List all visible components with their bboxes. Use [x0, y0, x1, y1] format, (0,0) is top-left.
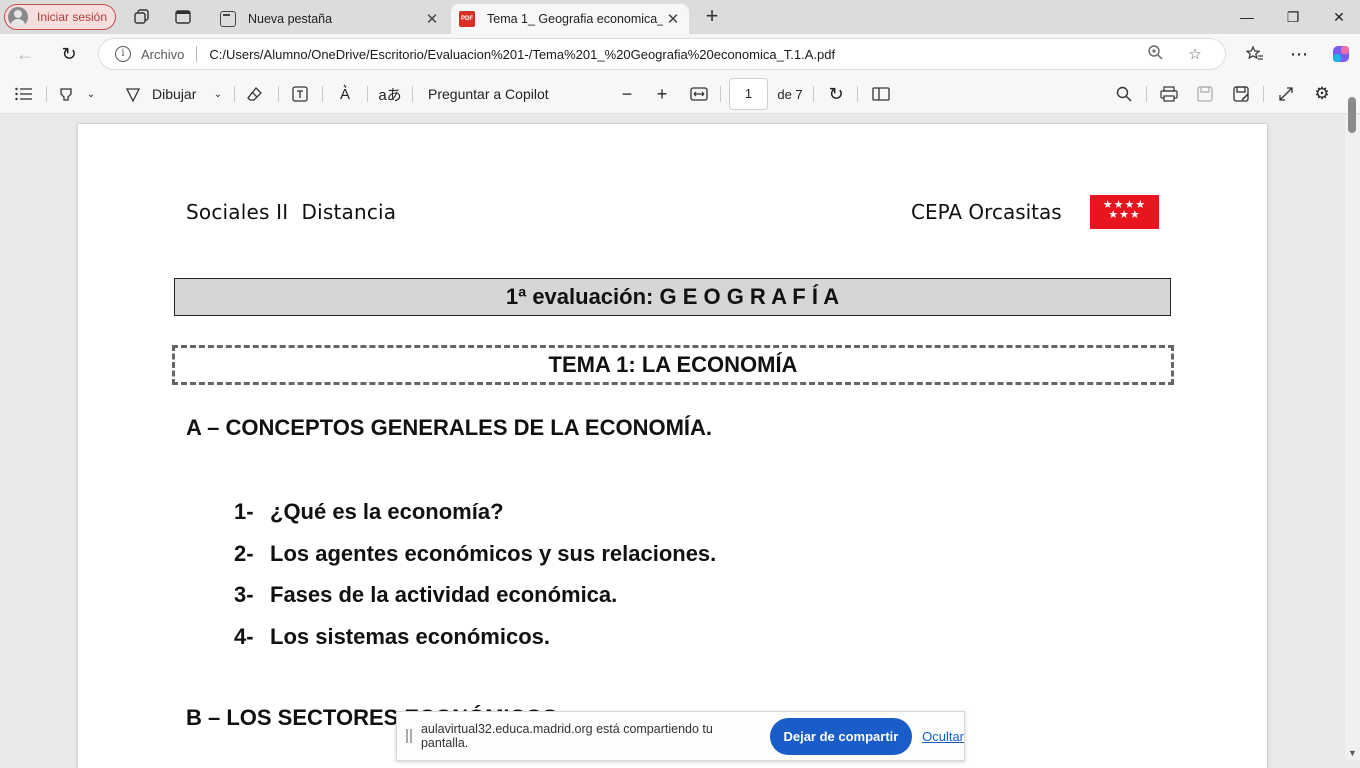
divider — [278, 86, 279, 102]
rotate-icon[interactable]: ↻ — [825, 82, 847, 106]
divider — [367, 86, 368, 102]
draw-icon[interactable] — [122, 82, 144, 106]
item-number: 4- — [234, 623, 254, 649]
item-text: Los sistemas económicos. — [270, 623, 550, 649]
divider — [857, 86, 858, 102]
divider — [412, 86, 413, 102]
pdf-file-icon: PDF — [459, 11, 475, 27]
evaluation-title: 1ª evaluación: G E O G R A F Í A — [174, 278, 1171, 316]
divider — [234, 86, 235, 102]
tab-new-tab[interactable]: Nueva pestaña ✕ — [212, 4, 448, 34]
close-tab-icon[interactable]: ✕ — [422, 10, 442, 28]
divider — [813, 86, 814, 102]
divider — [1263, 86, 1264, 102]
address-bar[interactable]: i Archivo C:/Users/Alumno/OneDrive/Escri… — [98, 38, 1226, 70]
screen-sharing-bar: aulavirtual32.educa.madrid.org está comp… — [396, 711, 965, 761]
info-icon[interactable]: i — [115, 46, 131, 62]
divider — [322, 86, 323, 102]
chevron-down-icon[interactable]: ⌄ — [84, 82, 98, 106]
header-course: Sociales II Distancia — [186, 200, 397, 224]
workspaces-icon[interactable] — [132, 7, 152, 27]
divider — [196, 46, 198, 62]
sharing-message: aulavirtual32.educa.madrid.org está comp… — [420, 722, 713, 750]
page-number-input[interactable]: 1 — [729, 78, 768, 110]
list-item: 3- Fases de la actividad económica. — [234, 582, 716, 624]
pdf-viewer[interactable]: Sociales II Distancia CEPA Orcasitas ★★★… — [0, 115, 1360, 768]
minimize-button[interactable]: — — [1224, 0, 1270, 34]
vertical-scrollbar[interactable]: ▼ — [1345, 97, 1360, 760]
favorites-icon[interactable] — [1243, 42, 1267, 66]
zoom-out-icon[interactable]: − — [617, 82, 637, 106]
tab-title: Nueva pestaña — [248, 12, 333, 26]
signin-label: Iniciar sesión — [37, 10, 108, 24]
list-item: 2- Los agentes económicos y sus relacione… — [234, 541, 716, 583]
copilot-icon[interactable] — [1329, 42, 1353, 66]
item-text: ¿Qué es la economía? — [270, 499, 504, 524]
item-text: Los agentes económicos y sus relaciones. — [270, 540, 717, 566]
tab-actions-icon[interactable] — [173, 7, 193, 27]
item-number: 1- — [234, 499, 254, 524]
madrid-flag-logo: ★★★★ ★★★ — [1090, 195, 1159, 229]
add-text-icon[interactable] — [289, 82, 311, 106]
section-a-heading: A – CONCEPTOS GENERALES DE LA ECONOMÍA. — [186, 415, 713, 440]
scrollbar-thumb[interactable] — [1348, 97, 1356, 133]
item-number: 2- — [234, 540, 254, 566]
avatar-icon — [8, 7, 28, 27]
scheme-label: Archivo — [141, 46, 185, 62]
read-aloud-icon[interactable]: A͛ — [334, 82, 356, 106]
more-menu-icon[interactable]: ⋯ — [1287, 42, 1311, 66]
tab-title: Tema 1_ Geografia economica_T.1 — [487, 12, 663, 26]
translate-icon[interactable]: aあ — [378, 82, 402, 106]
topic-list: 1- ¿Qué es la economía? 2- Los agentes eco… — [234, 499, 716, 665]
tema-title: TEMA 1: LA ECONOMÍA — [172, 345, 1174, 385]
new-tab-button[interactable]: + — [701, 5, 723, 29]
fit-width-icon[interactable] — [688, 82, 710, 106]
hide-link[interactable]: Ocultar — [922, 729, 964, 744]
url-text[interactable]: C:/Users/Alumno/OneDrive/Escritorio/Eval… — [209, 47, 1145, 62]
eraser-icon[interactable] — [244, 82, 266, 106]
divider — [720, 86, 721, 102]
ask-copilot-button[interactable]: Preguntar a Copilot — [428, 82, 558, 106]
chevron-down-icon[interactable]: ⌄ — [211, 82, 225, 106]
tab-pdf-document[interactable]: PDF Tema 1_ Geografia economica_T.1 ✕ — [451, 4, 689, 34]
header-school: CEPA Orcasitas — [911, 200, 1062, 224]
scroll-down-arrow-icon[interactable]: ▼ — [1348, 748, 1357, 758]
zoom-in-icon[interactable]: + — [652, 82, 672, 106]
print-icon[interactable] — [1158, 82, 1180, 106]
tab-strip: Iniciar sesión Nueva pestaña ✕ PDF Tema … — [0, 0, 1360, 34]
item-number: 3- — [234, 582, 254, 607]
pdf-toolbar: ⌄ Dibujar ⌄ A͛ aあ Preguntar a Copilot − … — [0, 74, 1360, 114]
favorite-star-icon[interactable]: ☆ — [1185, 45, 1205, 63]
save-as-icon[interactable] — [1230, 82, 1252, 106]
refresh-icon[interactable]: ↻ — [57, 42, 81, 66]
zoom-icon[interactable] — [1145, 44, 1165, 64]
pdf-page: Sociales II Distancia CEPA Orcasitas ★★★… — [78, 124, 1267, 768]
draw-label[interactable]: Dibujar — [152, 82, 208, 106]
signin-button[interactable]: Iniciar sesión — [4, 4, 116, 30]
address-row: ← ↻ i Archivo C:/Users/Alumno/OneDrive/E… — [0, 34, 1360, 74]
drag-handle-icon[interactable] — [406, 729, 412, 743]
divider — [1146, 86, 1147, 102]
maximize-button[interactable]: ❐ — [1270, 0, 1316, 34]
save-icon[interactable] — [1194, 82, 1216, 106]
fullscreen-icon[interactable] — [1275, 82, 1297, 106]
page-total-label: de 7 — [777, 86, 803, 102]
stop-sharing-button[interactable]: Dejar de compartir — [769, 717, 913, 755]
search-icon[interactable] — [1113, 82, 1135, 106]
item-text: Fases de la actividad económica. — [270, 582, 618, 607]
newtab-page-icon — [220, 11, 236, 27]
divider — [46, 86, 47, 102]
list-item: 4- Los sistemas económicos. — [234, 624, 716, 666]
highlight-icon[interactable] — [55, 82, 77, 106]
table-of-contents-icon[interactable] — [12, 82, 36, 106]
list-item: 1- ¿Qué es la economía? — [234, 499, 716, 541]
settings-gear-icon[interactable]: ⚙ — [1311, 82, 1333, 106]
back-arrow-icon[interactable]: ← — [13, 42, 37, 66]
close-tab-icon[interactable]: ✕ — [663, 10, 683, 28]
page-view-icon[interactable] — [870, 82, 892, 106]
close-window-button[interactable]: ✕ — [1316, 0, 1360, 34]
